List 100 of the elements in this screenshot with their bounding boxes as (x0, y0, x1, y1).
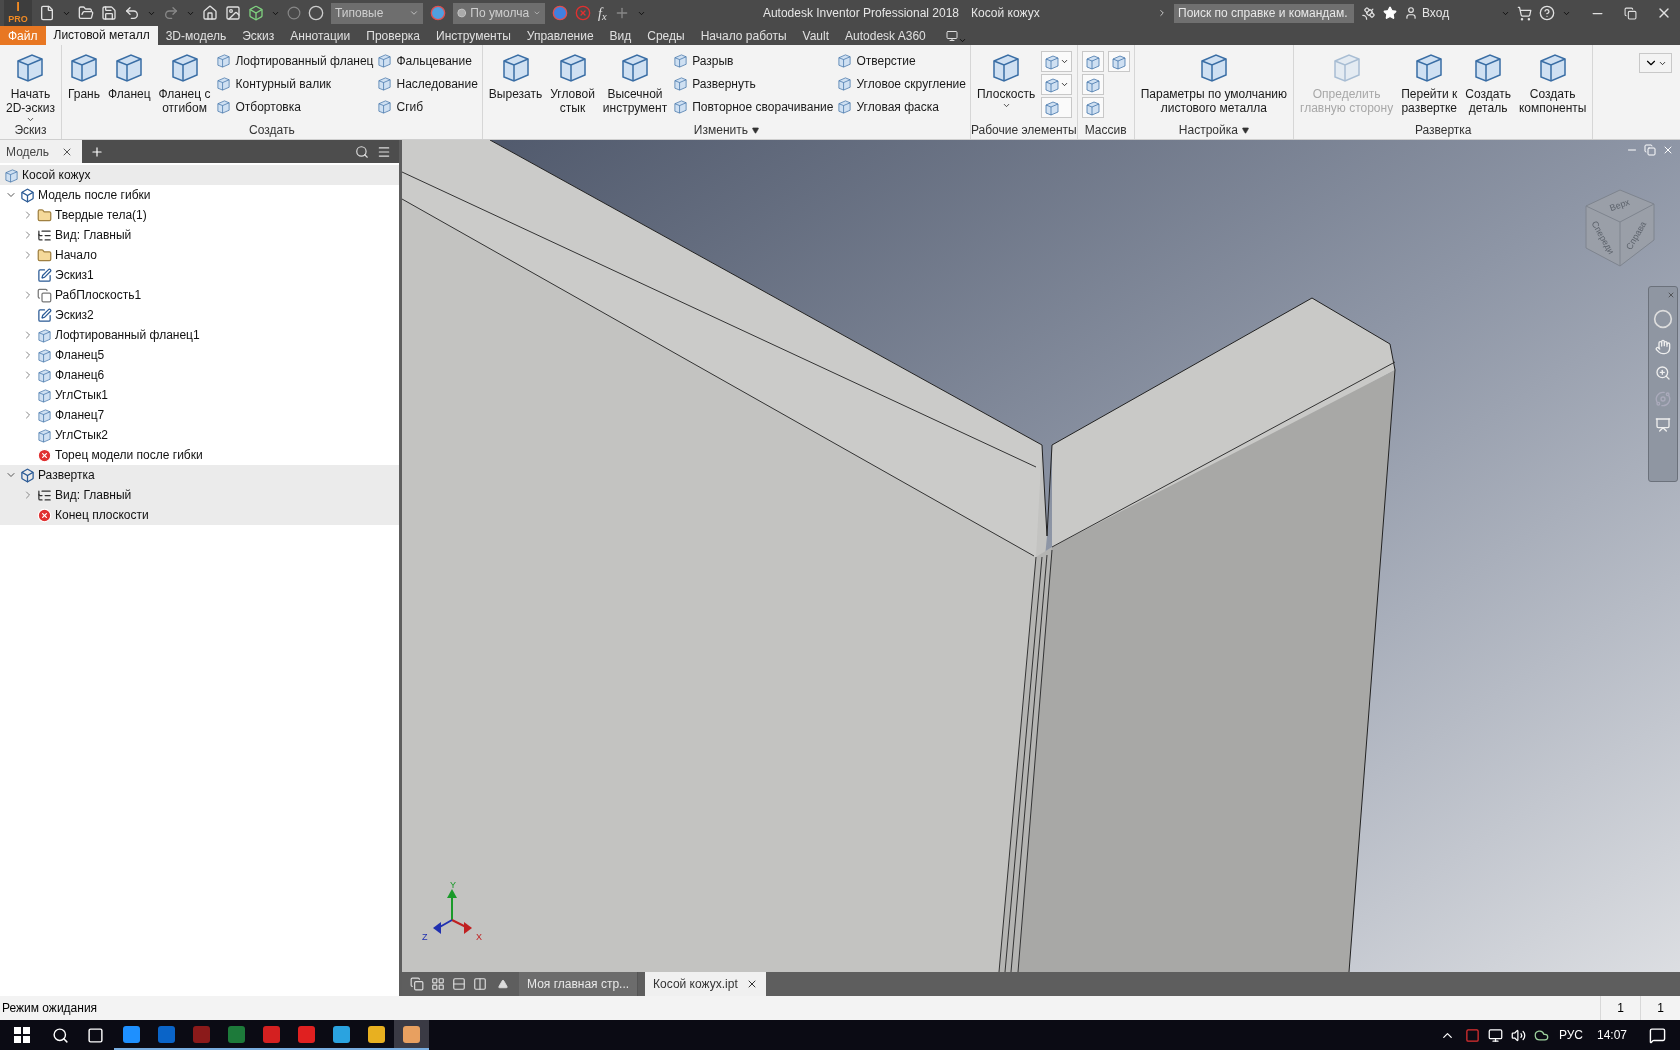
ribbon-tab[interactable]: Среды (639, 26, 693, 45)
app-logo[interactable]: I PRO (4, 0, 32, 26)
color-icon[interactable] (552, 5, 568, 21)
add-icon[interactable] (90, 144, 104, 159)
ribbon-small-button[interactable]: Лофтированный фланец (216, 51, 374, 70)
color-wheel-icon[interactable] (430, 5, 446, 21)
ribbon-tab[interactable]: Листовой металл (45, 26, 158, 45)
document-tab[interactable]: Косой кожух.ipt (645, 972, 766, 996)
ribbon-large-button[interactable]: Перейти к развертке (1399, 49, 1460, 115)
ribbon-large-button[interactable]: Создать деталь (1463, 49, 1513, 115)
tree-row[interactable]: Косой кожух (0, 165, 399, 185)
ribbon-icon-button[interactable] (1041, 51, 1073, 72)
ribbon-icon-button[interactable] (1081, 74, 1104, 95)
dropdown-arrow-icon[interactable] (1241, 126, 1249, 134)
function-button[interactable]: f$_{x}$ (598, 2, 607, 24)
ribbon-small-button[interactable]: Фальцевание (377, 51, 478, 70)
ribbon-icon-button[interactable] (1081, 51, 1104, 72)
ribbon-small-button[interactable]: Сгиб (377, 97, 478, 116)
columns-icon[interactable] (473, 977, 487, 991)
ribbon-small-button[interactable]: Отбортовка (216, 97, 374, 116)
ribbon-tab[interactable]: Аннотации (282, 26, 359, 45)
image-icon[interactable] (225, 5, 241, 21)
ribbon-large-button[interactable]: Фланец (106, 49, 153, 101)
tree-row[interactable]: Развертка (0, 465, 399, 485)
look-at-icon[interactable] (1655, 417, 1671, 433)
clear-color-icon[interactable] (575, 5, 591, 21)
ribbon-tab[interactable]: 3D-модель (157, 26, 235, 45)
cloud-icon[interactable] (1533, 1027, 1549, 1043)
ribbon-tab[interactable]: Начало работы (692, 26, 795, 45)
ribbon-large-button[interactable]: Создать компоненты (1516, 49, 1589, 115)
ribbon-small-button[interactable]: Отверстие (837, 51, 966, 70)
ribbon-small-button[interactable]: Угловая фаска (837, 97, 966, 116)
cascade-icon[interactable] (410, 977, 424, 991)
ribbon-small-button[interactable]: Развернуть (673, 74, 834, 93)
satellite-icon[interactable] (1361, 5, 1376, 21)
save-icon[interactable] (101, 5, 117, 21)
menu-icon[interactable] (377, 144, 391, 159)
dropdown-arrow-icon[interactable] (751, 126, 759, 134)
redo-icon[interactable] (163, 5, 179, 21)
ribbon-small-button[interactable]: Повторное сворачивание (673, 97, 834, 116)
tree-item-label: Начало (55, 247, 97, 264)
cube-icon[interactable] (248, 5, 264, 21)
ribbon-large-button[interactable]: Высечной инструмент (600, 49, 670, 115)
pan-icon[interactable] (1655, 339, 1671, 355)
sign-in-button[interactable]: Вход (1404, 4, 1494, 22)
ribbon-large-button[interactable]: Угловой стык (548, 49, 597, 115)
star-icon[interactable] (1383, 6, 1397, 20)
new-file-icon[interactable] (39, 5, 55, 21)
rows-icon[interactable] (452, 977, 466, 991)
notification-icon[interactable] (1649, 1026, 1666, 1044)
search-field[interactable]: Поиск по справке и командам. (1174, 3, 1354, 23)
up-arrow-icon[interactable] (498, 979, 508, 989)
ribbon-icon-button[interactable] (1041, 74, 1073, 95)
sphere-icon[interactable] (308, 5, 324, 21)
expand-icon[interactable] (1157, 8, 1167, 18)
ribbon-small-button[interactable]: Наследование (377, 74, 478, 93)
ribbon-tab[interactable]: Эскиз (234, 26, 283, 45)
search-icon[interactable] (52, 1026, 69, 1044)
tile-icon[interactable] (431, 977, 445, 991)
browser-tab[interactable]: Модель (0, 140, 82, 163)
ribbon-tab[interactable]: Инструменты (428, 26, 519, 45)
ribbon-large-button[interactable]: Фланец с отгибом (156, 49, 213, 115)
ribbon-tab[interactable]: Управление (518, 26, 602, 45)
ribbon-large-button[interactable]: Вырезать (486, 49, 545, 101)
display-icon[interactable] (945, 29, 958, 42)
ribbon-large-button[interactable]: Грань (65, 49, 102, 101)
tree-row[interactable]: Конец плоскости (0, 505, 399, 525)
document-tab[interactable]: Моя главная стр... (519, 972, 639, 996)
ribbon-icon-button[interactable] (1107, 51, 1130, 72)
ribbon-large-button[interactable]: Параметры по умолчанию листового металла (1138, 49, 1289, 115)
home-icon[interactable] (202, 5, 218, 21)
open-folder-icon[interactable] (78, 5, 94, 21)
user-icon (1404, 6, 1418, 20)
clock[interactable]: 14:07 (1596, 1026, 1627, 1044)
help-icon[interactable] (1539, 5, 1555, 21)
task-view-icon[interactable] (87, 1026, 104, 1044)
ribbon-icon-button[interactable] (1081, 97, 1104, 118)
ribbon-icon-button[interactable] (1041, 97, 1073, 118)
ribbon-large-button[interactable]: Начать 2D-эскиз (4, 49, 57, 124)
ribbon-small-button[interactable]: Разрыв (673, 51, 834, 70)
windows-logo-icon[interactable] (14, 1027, 30, 1043)
undo-icon[interactable] (124, 5, 140, 21)
ribbon-tab[interactable]: Вид (601, 26, 640, 45)
ribbon-large-button[interactable]: Плоскость (974, 49, 1038, 110)
restore-icon[interactable] (1624, 6, 1637, 20)
network-icon[interactable] (1487, 1027, 1503, 1043)
tree-row[interactable]: Вид: Главный (0, 485, 399, 505)
taskbar-app[interactable] (394, 1020, 429, 1050)
ribbon-options-button[interactable] (1639, 53, 1672, 73)
zoom-icon[interactable] (1655, 365, 1671, 381)
ribbon-tab[interactable]: Autodesk A360 (837, 26, 934, 45)
cube-icon (20, 467, 35, 483)
cart-icon[interactable] (1517, 5, 1532, 21)
ribbon-small-button[interactable]: Контурный валик (216, 74, 374, 93)
bent-sheet-icon (37, 367, 52, 383)
ribbon-tab[interactable]: Проверка (358, 26, 428, 45)
ribbon-tab[interactable]: Vault (794, 26, 838, 45)
ribbon-small-button[interactable]: Угловое скругление (837, 74, 966, 93)
volume-icon[interactable] (1510, 1027, 1526, 1043)
language-indicator[interactable]: РУС (1558, 1026, 1583, 1044)
